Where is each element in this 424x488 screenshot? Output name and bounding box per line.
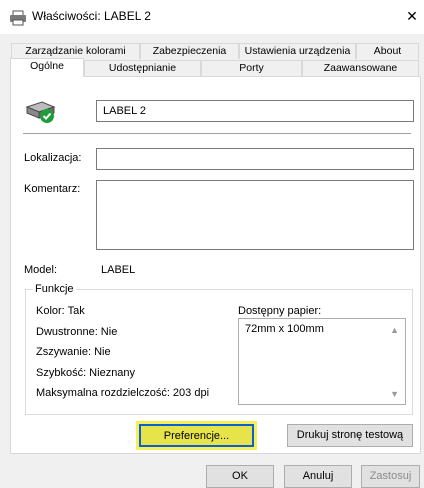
feature-color: Kolor: Tak [36,305,85,317]
model-value: LABEL [101,264,136,276]
tab-color-management[interactable]: Zarządzanie kolorami [11,43,140,59]
features-legend: Funkcje [33,283,76,295]
apply-button[interactable]: Zastosuj [361,465,420,488]
tab-security[interactable]: Zabezpieczenia [140,43,239,59]
list-item[interactable]: 72mm x 100mm [245,323,399,335]
preferences-button[interactable]: Preferencje... [139,424,254,447]
tab-general[interactable]: Ogólne [10,58,84,77]
paper-listbox[interactable]: 72mm x 100mm ▲ ▼ [238,318,406,405]
tab-ports[interactable]: Porty [201,60,302,76]
window-title: Właściwości: LABEL 2 [32,9,151,23]
location-label: Lokalizacja: [24,152,82,164]
comment-textarea[interactable] [96,180,414,250]
feature-duplex: Dwustronne: Nie [36,326,118,338]
printer-icon [9,10,27,26]
scroll-up-icon[interactable]: ▲ [390,325,399,335]
print-test-page-button[interactable]: Drukuj stronę testową [287,424,413,447]
tab-advanced[interactable]: Zaawansowane [302,60,419,76]
feature-speed: Szybkość: Nieznany [36,367,136,379]
tab-about[interactable]: About [356,43,419,59]
feature-max-resolution: Maksymalna rozdzielczość: 203 dpi [36,387,210,399]
feature-staple: Zszywanie: Nie [36,346,111,358]
ok-button[interactable]: OK [206,465,274,488]
close-icon: ✕ [406,8,418,24]
location-input[interactable] [96,148,414,170]
comment-label: Komentarz: [24,183,81,195]
model-label: Model: [24,264,58,276]
scroll-down-icon[interactable]: ▼ [390,389,399,399]
tab-device-settings[interactable]: Ustawienia urządzenia [239,43,356,59]
paper-label: Dostępny papier: [238,305,322,317]
tab-sharing[interactable]: Udostępnianie [84,60,201,76]
printer-name-input[interactable]: LABEL 2 [96,100,414,122]
close-button[interactable]: ✕ [400,0,424,34]
printer-ready-icon [24,98,64,124]
divider [23,133,411,134]
cancel-button[interactable]: Anuluj [284,465,352,488]
